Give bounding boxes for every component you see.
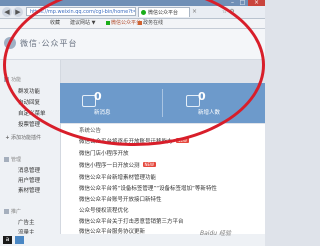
- sidebar-item-materials[interactable]: 素材管理: [18, 186, 40, 194]
- bookmark-gov[interactable]: 政务在线: [138, 19, 163, 28]
- announcement-item[interactable]: 微信公众平台新增素材管理功能: [79, 173, 156, 181]
- page-header: 微信·公众平台: [0, 29, 265, 60]
- bookmark-suggested[interactable]: 建议网站 ▼: [70, 19, 95, 28]
- stats-bar: 0 新消息 0 新增人数: [60, 83, 265, 123]
- announcement-text: 微信公众平台将“设备标签管理”“设备标签增加”等新特性: [79, 186, 217, 192]
- announcement-text: 微信公众平台将逐步开放账号迁移能力: [79, 139, 173, 145]
- new-followers-count: 0: [198, 90, 206, 103]
- tab-wechat-mp[interactable]: 微信公众平台: [138, 7, 190, 17]
- new-followers-stat[interactable]: 0 新增人数: [164, 83, 264, 123]
- new-messages-count: 0: [94, 90, 102, 103]
- sidebar-group-function: 功能: [4, 76, 21, 83]
- announcement-item[interactable]: 微信小程序一日开放公测 NEW: [79, 161, 156, 169]
- announcement-item[interactable]: 微信公众平台账号开放接口新特性: [79, 195, 162, 203]
- wechat-logo-icon: [4, 37, 16, 49]
- back-button[interactable]: ◀: [2, 7, 12, 17]
- taskbar-app-icon[interactable]: [15, 236, 24, 244]
- announcements-panel: 系统公告 微信公众平台将逐步开放账号迁移能力 NEW 微信门店小程序开放 微信小程…: [61, 124, 265, 235]
- group-label: 管理: [11, 157, 22, 163]
- bookmark-favorites[interactable]: 收藏: [50, 19, 60, 28]
- promote-icon: [4, 209, 9, 214]
- group-label: 推广: [11, 209, 22, 215]
- sidebar: 功能 群发功能 自动回复 自定义菜单 投票管理 管理 消息管理 用户管理 素材管…: [0, 60, 61, 246]
- url-input[interactable]: https://mp.weixin.qq.com/cgi-bin/home?t=…: [26, 7, 136, 16]
- browser-tools-icons[interactable]: ☆ ⚙: [222, 8, 235, 15]
- sidebar-item-vote[interactable]: 投票管理: [18, 120, 40, 128]
- wechat-icon: [106, 20, 110, 25]
- announcement-text: 微信小程序一日开放公测: [79, 163, 140, 169]
- new-messages-label: 新消息: [94, 110, 111, 116]
- forward-button[interactable]: ▶: [13, 7, 23, 17]
- bookmark-label: 微信公众平台: [111, 20, 142, 26]
- sidebar-group-manage: 管理: [4, 156, 21, 163]
- sidebar-group-promote: 推广: [4, 208, 21, 215]
- sidebar-item-custom-menu[interactable]: 自定义菜单: [18, 109, 46, 117]
- announcement-text: 微信公众平台账号开放接口新特性: [79, 197, 162, 203]
- new-badge: NEW: [175, 138, 189, 143]
- announcement-item[interactable]: 微信公众平台将逐步开放账号迁移能力 NEW: [79, 137, 189, 145]
- taskbar-app-a[interactable]: a: [3, 236, 12, 244]
- wechat-favicon-icon: [141, 10, 146, 15]
- announcement-item[interactable]: 公众号侵权流程优化: [79, 206, 129, 214]
- bookmark-label: 政务在线: [143, 20, 164, 26]
- brand-title: 微信·公众平台: [20, 39, 78, 48]
- manage-icon: [4, 157, 9, 162]
- announcement-text: 微信公众平台新增素材管理功能: [79, 175, 157, 181]
- bookmark-wechat-mp[interactable]: 微信公众平台: [106, 19, 141, 28]
- announcement-item[interactable]: 微信公众平台关于打击恶意营销第三方平台: [79, 217, 184, 225]
- group-label: 功能: [11, 77, 22, 83]
- gov-icon: [138, 20, 142, 25]
- announcement-text: 公众号侵权流程优化: [79, 208, 129, 214]
- plus-icon: +: [5, 135, 10, 141]
- sidebar-item-mass-send[interactable]: 群发功能: [18, 87, 40, 95]
- sidebar-item-auto-reply[interactable]: 自动回复: [18, 98, 40, 106]
- add-plugin-label: 添加功能插件: [11, 135, 42, 141]
- announcements-title: 系统公告: [79, 128, 102, 134]
- sidebar-item-advertiser[interactable]: 广告主: [18, 218, 35, 226]
- announcement-item[interactable]: 微信公众平台将“设备标签管理”“设备标签增加”等新特性: [79, 184, 217, 192]
- announcement-item[interactable]: 微信门店小程序开放: [79, 149, 129, 157]
- tab-title: 微信公众平台: [148, 10, 179, 16]
- address-bar: ◀ ▶ https://mp.weixin.qq.com/cgi-bin/hom…: [0, 6, 265, 19]
- new-badge: NEW: [142, 162, 156, 167]
- sidebar-item-users[interactable]: 用户管理: [18, 176, 40, 184]
- sidebar-item-messages[interactable]: 消息管理: [18, 166, 40, 174]
- add-plugin-button[interactable]: +添加功能插件: [4, 134, 54, 143]
- tab-close-icon[interactable]: ×: [192, 8, 197, 15]
- bookmarks-bar: 收藏 建议网站 ▼ 微信公众平台 政务在线: [0, 19, 265, 29]
- announcement-text: 微信门店小程序开放: [79, 151, 129, 157]
- announcement-text: 微信公众平台关于打击恶意营销第三方平台: [79, 219, 184, 225]
- new-followers-label: 新增人数: [198, 110, 221, 116]
- function-icon: [4, 77, 9, 82]
- stats-divider: [162, 89, 163, 117]
- new-messages-stat[interactable]: 0 新消息: [60, 83, 160, 123]
- watermark: Baidu 经验: [200, 230, 231, 237]
